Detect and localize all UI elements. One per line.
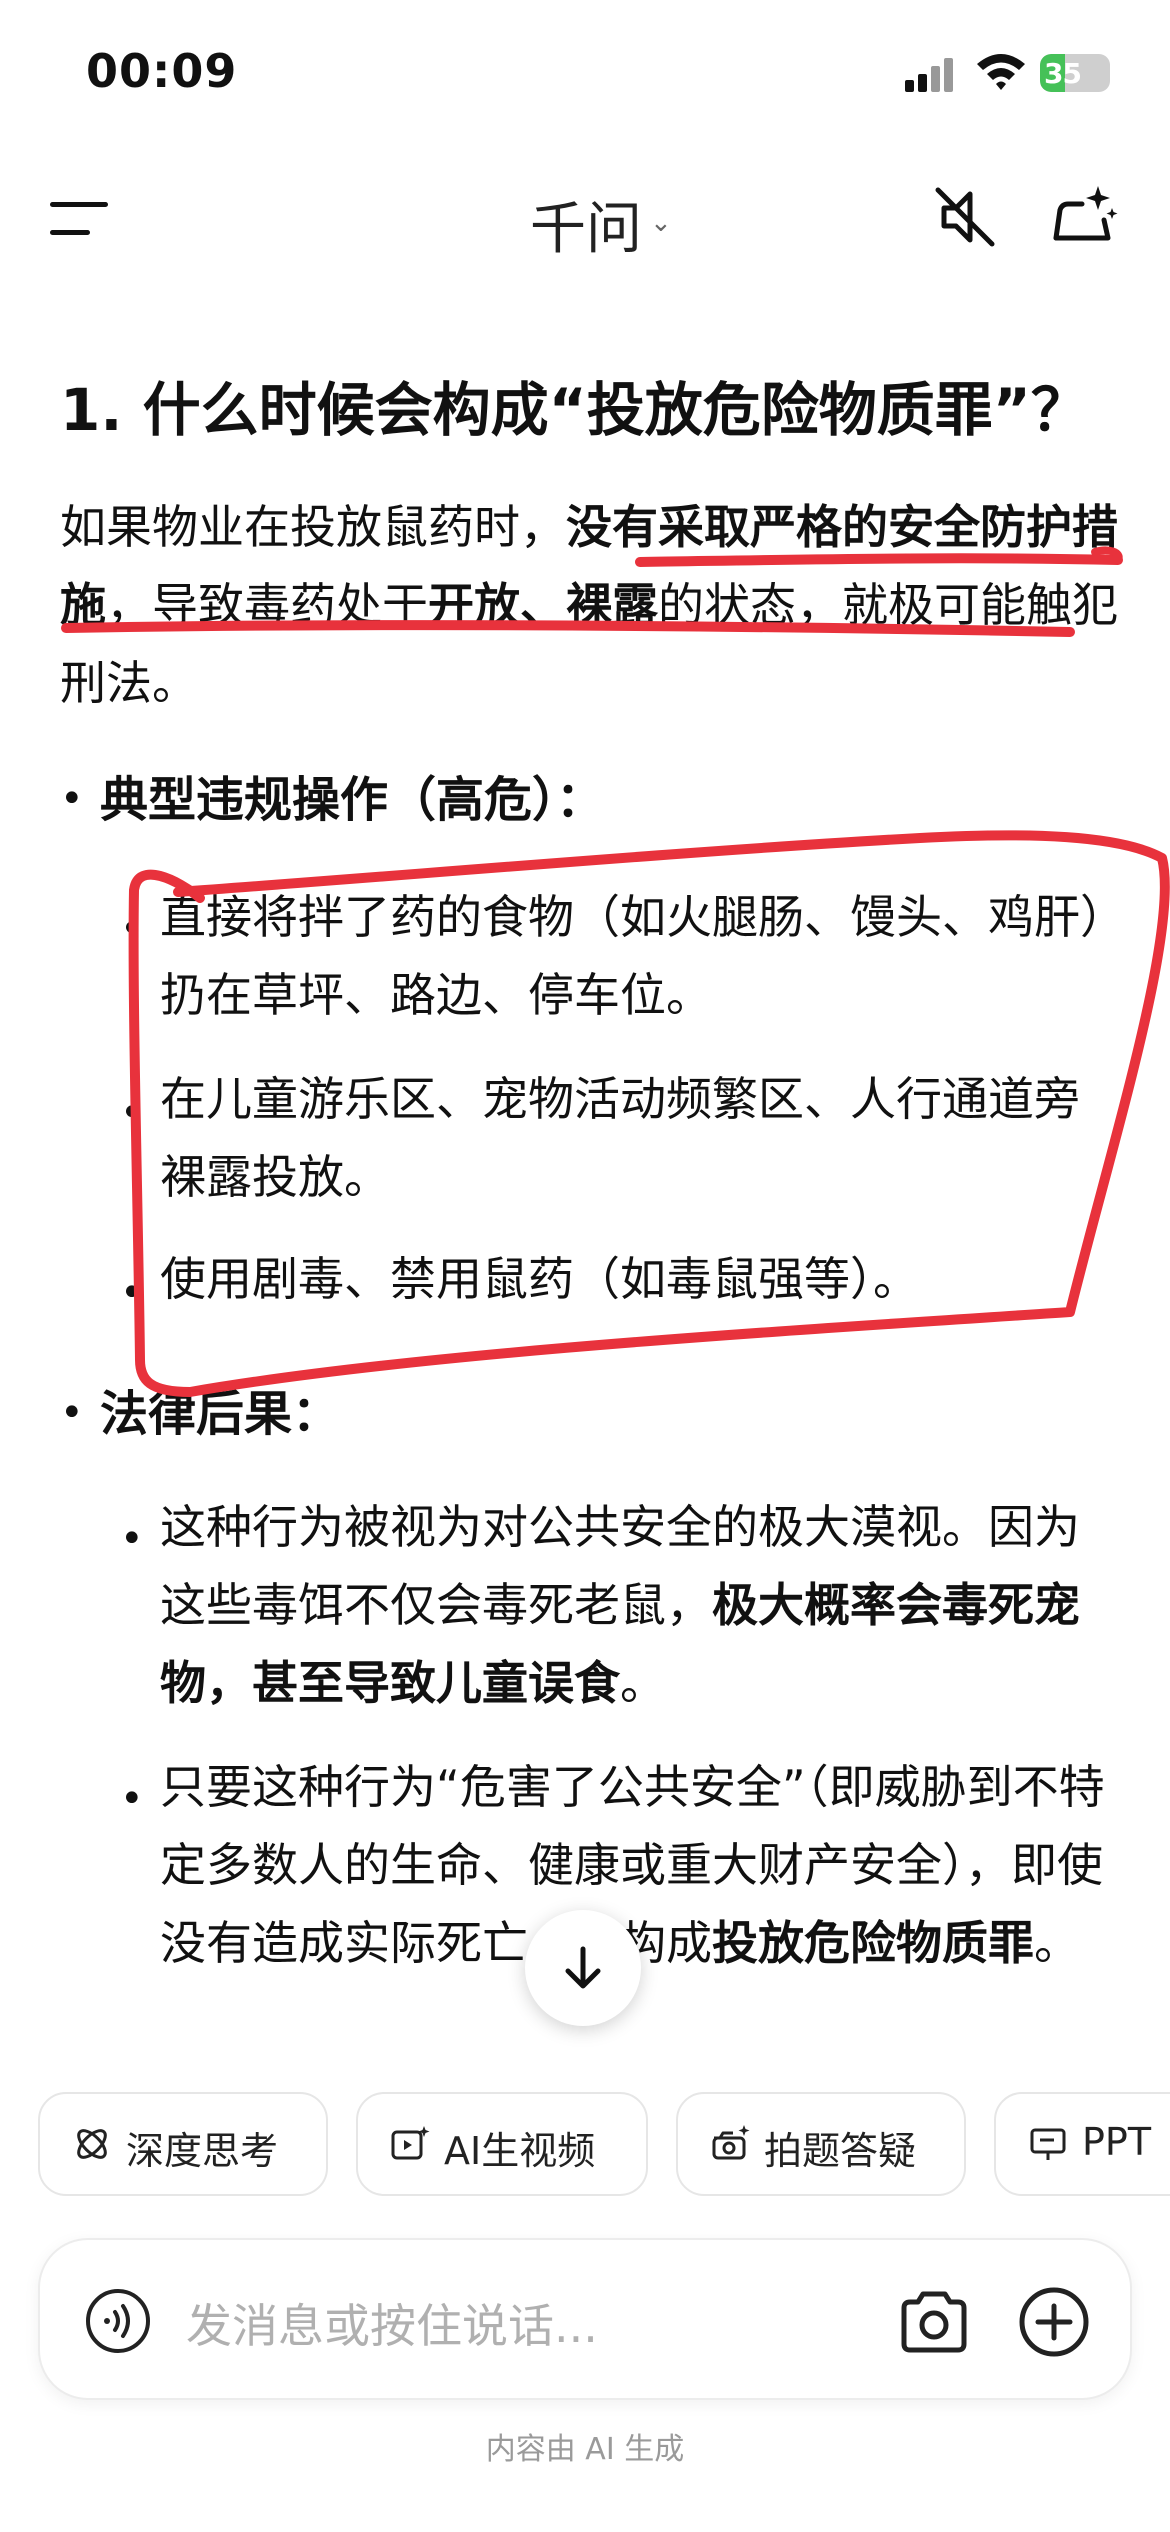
- speaker-mute-icon[interactable]: [930, 182, 1000, 252]
- bullet-dot-icon: •: [120, 1090, 144, 1136]
- list-item: 使用剧毒、禁用鼠药（如毒鼠强等）。: [160, 1252, 919, 1306]
- presentation-icon: [1030, 2128, 1066, 2160]
- status-time: 00:09: [86, 44, 238, 98]
- status-bar: 00:09 35: [0, 0, 1170, 150]
- bullet-dot-icon: •: [120, 1516, 144, 1562]
- wifi-icon: [977, 54, 1025, 90]
- bullet-dot-icon: •: [120, 1270, 144, 1316]
- new-chat-sparkle-icon[interactable]: [1048, 180, 1120, 252]
- bullet-violations-title: 典型违规操作（高危）：: [100, 772, 605, 828]
- chip-photo-question[interactable]: 拍题答疑: [676, 2092, 966, 2196]
- section-heading: 1. 什么时候会构成“投放危险物质罪”？: [60, 376, 1089, 444]
- bullet-consequences-title: 法律后果：: [100, 1386, 341, 1442]
- list-item: 直接将拌了药的食物（如火腿肠、馒头、鸡肝）扔在草坪、路边、停车位。: [160, 890, 1103, 1022]
- plus-circle-icon[interactable]: [1016, 2284, 1092, 2360]
- chevron-down-icon[interactable]: ⌄: [650, 208, 672, 238]
- bullet-dot-icon: •: [120, 1776, 144, 1822]
- chip-ai-video[interactable]: AI生视频: [356, 2092, 648, 2196]
- bullet-dot-icon: •: [60, 1390, 84, 1436]
- list-item: 在儿童游乐区、宠物活动频繁区、人行通道旁裸露投放。: [160, 1072, 1080, 1204]
- voice-wave-icon[interactable]: [84, 2287, 152, 2355]
- battery-percent: 35: [1044, 57, 1082, 90]
- menu-icon[interactable]: [50, 198, 120, 242]
- bullet-dot-icon: •: [120, 906, 144, 952]
- app-title[interactable]: 千问: [530, 184, 642, 265]
- feature-chips: 深度思考 AI生视频 拍题答疑 PPT: [0, 2092, 1170, 2202]
- chip-label: 深度思考: [126, 2129, 279, 2173]
- chip-ppt[interactable]: PPT: [994, 2092, 1170, 2196]
- bullet-dot-icon: •: [60, 776, 84, 822]
- chip-label: PPT: [1082, 2120, 1152, 2164]
- cellular-signal-icon: [905, 56, 957, 92]
- camera-icon[interactable]: [896, 2284, 972, 2360]
- arrow-down-icon: [565, 1946, 601, 1989]
- video-sparkle-icon: [391, 2126, 430, 2160]
- battery-icon: 35: [1040, 54, 1110, 92]
- scroll-down-button[interactable]: [525, 1910, 641, 2026]
- atom-icon: [77, 2129, 107, 2159]
- ai-generated-notice: 内容由 AI 生成: [485, 2432, 685, 2467]
- nav-bar: 千问 ⌄: [0, 150, 1170, 290]
- chip-deep-think[interactable]: 深度思考: [38, 2092, 328, 2196]
- message-input-bar[interactable]: 发消息或按住说话...: [38, 2238, 1132, 2400]
- list-item: 这种行为被视为对公共安全的极大漠视。因为这些毒饵不仅会毒死老鼠，极大概率会毒死宠…: [160, 1500, 1080, 1710]
- chip-label: AI生视频: [444, 2129, 596, 2173]
- camera-sparkle-icon: [712, 2125, 750, 2160]
- intro-paragraph: 如果物业在投放鼠药时，没有采取严格的安全防护措施，导致毒药处于开放、裸露的状态，…: [60, 500, 1118, 710]
- chat-content[interactable]: 1. 什么时候会构成“投放危险物质罪”？ 如果物业在投放鼠药时，没有采取严格的安…: [0, 290, 1170, 2080]
- chip-label: 拍题答疑: [764, 2129, 917, 2173]
- message-input[interactable]: 发消息或按住说话...: [186, 2290, 598, 2356]
